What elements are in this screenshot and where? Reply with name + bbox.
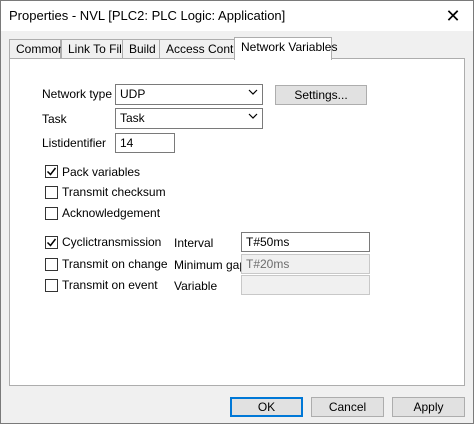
- cancel-button[interactable]: Cancel: [311, 397, 384, 417]
- variable-field[interactable]: [241, 275, 370, 295]
- tab-common[interactable]: Common: [9, 39, 65, 59]
- transmit-on-event-checkbox[interactable]: [45, 279, 58, 292]
- settings-button[interactable]: Settings...: [275, 85, 367, 105]
- properties-dialog: Properties - NVL [PLC2: PLC Logic: Appli…: [0, 0, 474, 424]
- pack-variables-checkbox[interactable]: [45, 165, 58, 178]
- check-icon: [46, 167, 57, 176]
- listidentifier-field[interactable]: 14: [115, 133, 175, 153]
- network-variables-panel: Network type UDP Settings... Task Task L…: [9, 58, 465, 386]
- transmit-checksum-checkbox[interactable]: [45, 186, 58, 199]
- network-type-dropdown[interactable]: UDP: [115, 84, 263, 105]
- pack-variables-label: Pack variables: [62, 165, 141, 179]
- task-value: Task: [120, 111, 145, 125]
- chevron-down-icon: [248, 87, 258, 100]
- tab-network-variables[interactable]: Network Variables: [234, 37, 337, 60]
- close-icon[interactable]: ✕: [433, 1, 473, 31]
- ok-button[interactable]: OK: [230, 397, 303, 417]
- transmit-on-change-label: Transmit on change: [62, 257, 168, 271]
- check-icon: [46, 238, 57, 247]
- chevron-down-icon: [248, 111, 258, 124]
- variable-label: Variable: [174, 279, 218, 293]
- interval-label: Interval: [174, 236, 214, 250]
- task-dropdown[interactable]: Task: [115, 108, 263, 129]
- window-title: Properties - NVL [PLC2: PLC Logic: Appli…: [9, 8, 286, 23]
- acknowledgement-checkbox[interactable]: [45, 207, 58, 220]
- task-label: Task: [42, 112, 67, 126]
- acknowledgement-label: Acknowledgement: [62, 206, 161, 220]
- tab-access-control[interactable]: Access Control: [159, 39, 247, 59]
- title-bar: Properties - NVL [PLC2: PLC Logic: Appli…: [1, 1, 473, 31]
- minimum-gap-label: Minimum gap: [174, 258, 247, 272]
- transmit-on-change-checkbox[interactable]: [45, 258, 58, 271]
- cyclic-transmission-checkbox[interactable]: [45, 236, 58, 249]
- apply-button[interactable]: Apply: [392, 397, 465, 417]
- minimum-gap-field[interactable]: T#20ms: [241, 254, 370, 274]
- cyclic-transmission-label: Cyclictransmission: [62, 235, 162, 249]
- network-type-value: UDP: [120, 87, 146, 101]
- tab-build[interactable]: Build: [122, 39, 160, 59]
- transmit-on-event-label: Transmit on event: [62, 278, 158, 292]
- listidentifier-label: Listidentifier: [42, 136, 107, 150]
- tab-link-to-file[interactable]: Link To File: [61, 39, 128, 59]
- interval-field[interactable]: T#50ms: [241, 232, 370, 252]
- network-type-label: Network type: [42, 87, 113, 101]
- transmit-checksum-label: Transmit checksum: [62, 185, 166, 199]
